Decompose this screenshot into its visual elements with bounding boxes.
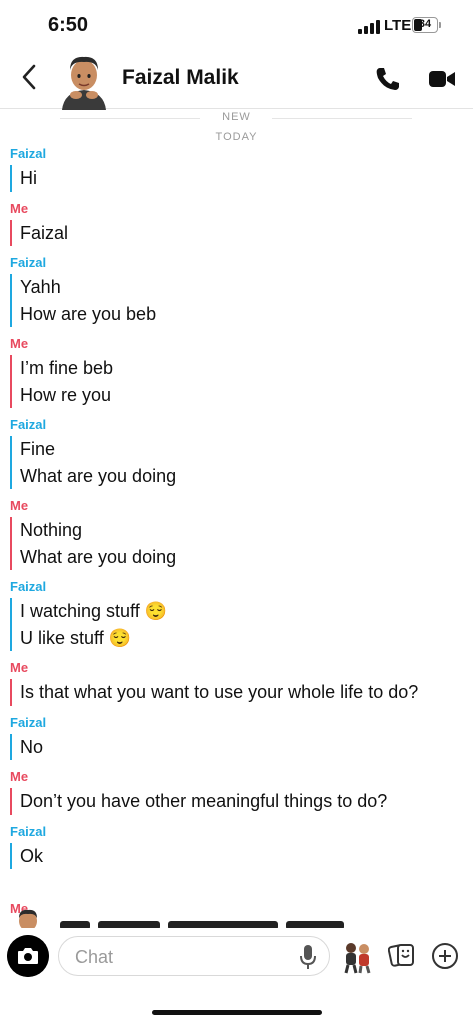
phone-icon[interactable]	[374, 66, 402, 92]
message-sender: Me	[10, 336, 29, 351]
new-label: NEW	[222, 111, 251, 123]
message-sender: Me	[10, 498, 29, 513]
video-camera-icon[interactable]	[428, 68, 456, 90]
message-group: Faizal No	[0, 714, 473, 761]
message-text[interactable]: Faizal	[20, 220, 473, 247]
message-lines: Is that what you want to use your whole …	[10, 679, 473, 706]
message-text[interactable]: Don’t you have other meaningful things t…	[20, 788, 473, 815]
message-text[interactable]: Is that what you want to use your whole …	[20, 679, 473, 706]
message-group: Me I’m fine beb How re you	[0, 336, 473, 408]
message-text[interactable]: Nothing	[20, 517, 473, 544]
message-lines: Hi	[10, 165, 473, 192]
message-sender: Faizal	[10, 417, 47, 432]
message-text[interactable]: No	[20, 734, 473, 761]
message-sender: Me	[10, 200, 29, 216]
message-lines: I watching stuff 😌 U like stuff 😌	[10, 598, 473, 651]
message-text[interactable]: Hi	[20, 165, 473, 192]
microphone-icon[interactable]	[299, 944, 317, 970]
message-lines: Don’t you have other meaningful things t…	[10, 788, 473, 815]
message-sender: Me	[10, 660, 29, 675]
network-label: LTE	[384, 17, 412, 34]
home-indicator	[152, 1010, 322, 1015]
message-text[interactable]: Fine	[20, 436, 473, 463]
contact-avatar[interactable]	[56, 48, 112, 110]
status-time: 6:50	[48, 14, 89, 36]
message-group: Me Don’t you have other meaningful things…	[0, 769, 473, 815]
camera-icon[interactable]	[7, 935, 49, 977]
message-group: Me Faizal	[0, 200, 473, 247]
message-sender: Faizal	[10, 714, 47, 730]
message-text[interactable]: I’m fine beb	[20, 355, 473, 382]
chat-input[interactable]: Chat	[58, 936, 330, 976]
message-text[interactable]: How are you beb	[20, 301, 473, 328]
message-sender: Faizal	[10, 823, 47, 839]
battery-icon: 34	[412, 17, 438, 33]
chat-placeholder: Chat	[75, 947, 114, 967]
message-group: Faizal Yahh How are you beb	[0, 255, 473, 327]
message-lines: Yahh How are you beb	[10, 274, 473, 327]
message-lines: No	[10, 733, 473, 761]
message-text[interactable]: I watching stuff 😌	[20, 598, 473, 625]
message-group: Faizal Hi	[0, 146, 473, 192]
message-text[interactable]: How re you	[20, 382, 473, 409]
message-lines: Ok	[10, 842, 473, 870]
message-lines: Nothing What are you doing	[10, 517, 473, 570]
message-text[interactable]: Yahh	[20, 274, 473, 301]
message-text[interactable]: What are you doing	[20, 544, 473, 571]
message-lines: Fine What are you doing	[10, 436, 473, 489]
battery-tip	[439, 22, 441, 28]
chat-header: Faizal Malik	[0, 44, 473, 110]
battery-level: 34	[418, 18, 432, 30]
message-group: Faizal I watching stuff 😌 U like stuff 😌	[0, 579, 473, 651]
message-sender: Faizal	[10, 579, 47, 594]
contact-name[interactable]: Faizal Malik	[122, 66, 239, 90]
signal-icon	[358, 20, 380, 34]
message-group: Me Is that what you want to use your whol…	[0, 660, 473, 706]
message-sender: Me	[10, 769, 29, 784]
message-group: Faizal Ok	[0, 823, 473, 870]
message-sender: Faizal	[10, 146, 47, 161]
message-group: Faizal Fine What are you doing	[0, 417, 473, 489]
message-thread: Faizal Hi Me Faizal Faizal Yahh How are you be…	[0, 146, 473, 878]
sticker-cards-icon[interactable]	[388, 941, 416, 969]
message-sender: Faizal	[10, 255, 47, 270]
message-lines: Faizal	[10, 219, 473, 247]
bitmoji-icon[interactable]	[340, 940, 374, 974]
message-text[interactable]: U like stuff 😌	[20, 625, 473, 652]
plus-circle-icon[interactable]	[431, 942, 459, 970]
today-label: TODAY	[215, 131, 258, 143]
message-lines: I’m fine beb How re you	[10, 355, 473, 408]
message-group: Me Nothing What are you doing	[0, 498, 473, 570]
chevron-left-icon[interactable]	[16, 62, 42, 92]
message-text[interactable]: Ok	[20, 843, 473, 870]
message-text[interactable]: What are you doing	[20, 463, 473, 490]
